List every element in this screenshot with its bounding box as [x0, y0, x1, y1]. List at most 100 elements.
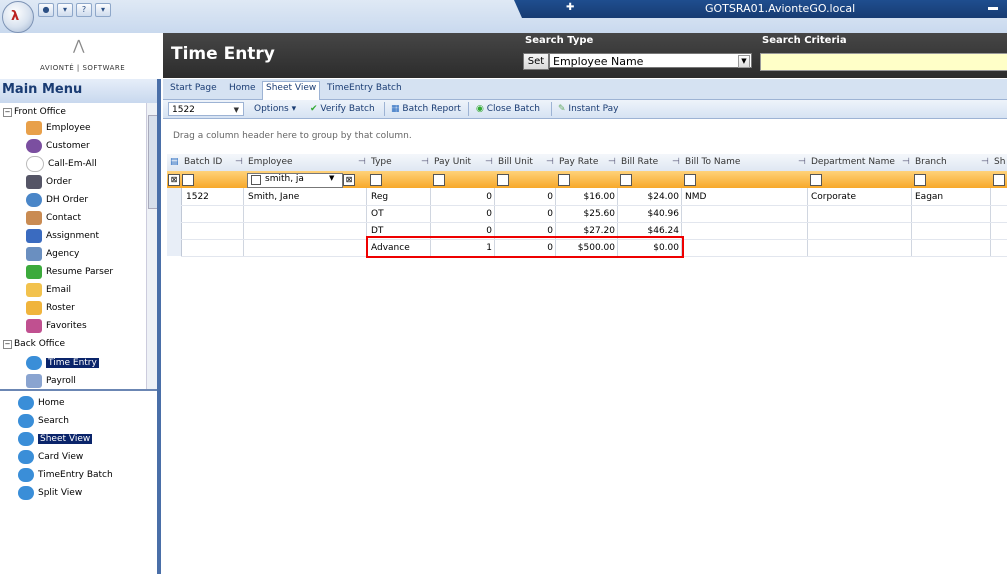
cell-pay-unit[interactable]: 0: [432, 226, 492, 236]
sidebar-item-order[interactable]: Order: [26, 173, 72, 191]
column-header-type[interactable]: Type: [371, 157, 392, 167]
batch-select[interactable]: 1522 ▼: [168, 102, 244, 116]
pin-icon[interactable]: ⊣: [798, 157, 806, 167]
cell-type[interactable]: OT: [371, 209, 384, 219]
pin-icon[interactable]: ⊣: [672, 157, 680, 167]
filter-condition-icon[interactable]: [914, 174, 926, 186]
batch-report-button[interactable]: ▦ Batch Report: [391, 104, 461, 114]
filter-condition-icon[interactable]: [497, 174, 509, 186]
pin-icon[interactable]: ⊣: [902, 157, 910, 167]
cell-type[interactable]: Reg: [371, 192, 388, 202]
sidebar-item-employee[interactable]: Employee: [26, 119, 91, 137]
cell-bill-unit[interactable]: 0: [496, 209, 553, 219]
set-button[interactable]: Set: [523, 53, 549, 70]
column-header-bill-rate[interactable]: Bill Rate: [621, 157, 658, 167]
column-header-pay-unit[interactable]: Pay Unit: [434, 157, 471, 167]
chevron-down-icon[interactable]: ▼: [329, 174, 334, 182]
pin-icon[interactable]: ⊣: [421, 157, 429, 167]
tree-group-back-office[interactable]: − Back Office: [3, 335, 65, 353]
pin-icon[interactable]: ⊣: [546, 157, 554, 167]
instant-pay-button[interactable]: ✎ Instant Pay: [558, 104, 618, 114]
filter-condition-icon[interactable]: [433, 174, 445, 186]
column-header-batch-id[interactable]: Batch ID: [184, 157, 222, 167]
pin-icon[interactable]: ⊣: [608, 157, 616, 167]
pin-icon[interactable]: ⊣: [485, 157, 493, 167]
cell-bill-rate[interactable]: $40.96: [619, 209, 680, 219]
sidebar-item-customer[interactable]: Customer: [26, 137, 90, 155]
clear-filter-icon[interactable]: ⊠: [168, 174, 180, 186]
chevron-down-icon[interactable]: ▼: [738, 55, 750, 68]
sidebar-item-call-em-all[interactable]: Call-Em-All: [26, 155, 97, 173]
cell-bill-rate[interactable]: $46.24: [619, 226, 680, 236]
cell-department-name[interactable]: Corporate: [811, 192, 856, 202]
cell-pay-unit[interactable]: 0: [432, 209, 492, 219]
cell-pay-rate[interactable]: $25.60: [557, 209, 616, 219]
minimize-icon[interactable]: [988, 7, 998, 10]
filter-condition-icon[interactable]: [620, 174, 632, 186]
cell-bill-rate[interactable]: $24.00: [619, 192, 680, 202]
column-header-employee[interactable]: Employee: [248, 157, 293, 167]
verify-batch-button[interactable]: ✔ Verify Batch: [310, 104, 375, 114]
filter-condition-icon[interactable]: [810, 174, 822, 186]
filter-condition-icon[interactable]: [684, 174, 696, 186]
filter-condition-icon[interactable]: [558, 174, 570, 186]
chevron-down-icon[interactable]: ▼: [234, 103, 239, 117]
clear-filter-icon[interactable]: ⊠: [343, 174, 355, 186]
filter-condition-icon[interactable]: [182, 174, 194, 186]
sidebar-item-assignment[interactable]: Assignment: [26, 227, 99, 245]
column-chooser-icon[interactable]: ▤: [170, 157, 179, 167]
customize-qat-icon[interactable]: ▾: [95, 3, 111, 17]
close-batch-button[interactable]: ◉ Close Batch: [476, 104, 540, 114]
chevron-down-icon[interactable]: ▾: [57, 3, 73, 17]
app-orb-button[interactable]: λ: [2, 1, 34, 33]
cell-bill-unit[interactable]: 0: [496, 192, 553, 202]
help-icon[interactable]: ?: [76, 3, 92, 17]
tab-sheet-view[interactable]: Sheet View: [266, 83, 316, 93]
column-header-sh[interactable]: Sh: [994, 157, 1005, 167]
submenu-item-home[interactable]: Home: [18, 394, 65, 412]
column-header-bill-to-name[interactable]: Bill To Name: [685, 157, 740, 167]
column-header-branch[interactable]: Branch: [915, 157, 947, 167]
submenu-item-search[interactable]: Search: [18, 412, 69, 430]
cell-pay-rate[interactable]: $27.20: [557, 226, 616, 236]
sidebar-item-contact[interactable]: Contact: [26, 209, 81, 227]
filter-condition-icon[interactable]: [993, 174, 1005, 186]
column-header-department-name[interactable]: Department Name: [811, 157, 895, 167]
column-header-bill-unit[interactable]: Bill Unit: [498, 157, 533, 167]
tab-timeentry-batch[interactable]: TimeEntry Batch: [327, 83, 402, 93]
filter-condition-icon[interactable]: [370, 174, 382, 186]
sidebar-item-resume-parser[interactable]: Resume Parser: [26, 263, 113, 281]
tab-home[interactable]: Home: [229, 83, 256, 93]
submenu-item-sheet-view[interactable]: Sheet View: [18, 430, 93, 448]
cell-pay-rate[interactable]: $16.00: [557, 192, 616, 202]
collapse-icon[interactable]: −: [3, 107, 12, 117]
collapse-icon[interactable]: −: [3, 339, 12, 349]
cell-pay-unit[interactable]: 0: [432, 192, 492, 202]
pin-icon[interactable]: ⊣: [981, 157, 989, 167]
pane-splitter[interactable]: [157, 79, 161, 574]
pin-icon[interactable]: ⊣: [235, 157, 243, 167]
employee-filter-input[interactable]: smith, ja ▼: [247, 173, 343, 188]
sidebar-item-time-entry[interactable]: Time Entry: [26, 354, 99, 372]
sidebar-item-roster[interactable]: Roster: [26, 299, 75, 317]
options-menu[interactable]: Options ▾: [254, 104, 296, 114]
sidebar-item-dh-order[interactable]: DH Order: [26, 191, 88, 209]
submenu-item-card-view[interactable]: Card View: [18, 448, 83, 466]
dot-icon[interactable]: ●: [38, 3, 54, 17]
search-criteria-input[interactable]: [760, 53, 1007, 71]
sidebar-item-payroll[interactable]: Payroll: [26, 372, 76, 389]
sidebar-item-email[interactable]: Email: [26, 281, 71, 299]
submenu-item-split-view[interactable]: Split View: [18, 484, 82, 502]
filter-condition-icon[interactable]: [251, 175, 261, 185]
submenu-item-timeentry-batch[interactable]: TimeEntry Batch: [18, 466, 113, 484]
cell-batch-id[interactable]: 1522: [186, 192, 209, 202]
sidebar-item-favorites[interactable]: Favorites: [26, 317, 87, 335]
column-header-pay-rate[interactable]: Pay Rate: [559, 157, 598, 167]
search-type-select[interactable]: Employee Name ▼: [549, 53, 752, 68]
cell-branch[interactable]: Eagan: [915, 192, 943, 202]
cell-bill-unit[interactable]: 0: [496, 226, 553, 236]
pin-icon[interactable]: ⊣: [358, 157, 366, 167]
cell-bill-to-name[interactable]: NMD: [685, 192, 706, 202]
cell-type[interactable]: DT: [371, 226, 383, 236]
sidebar-item-agency[interactable]: Agency: [26, 245, 79, 263]
